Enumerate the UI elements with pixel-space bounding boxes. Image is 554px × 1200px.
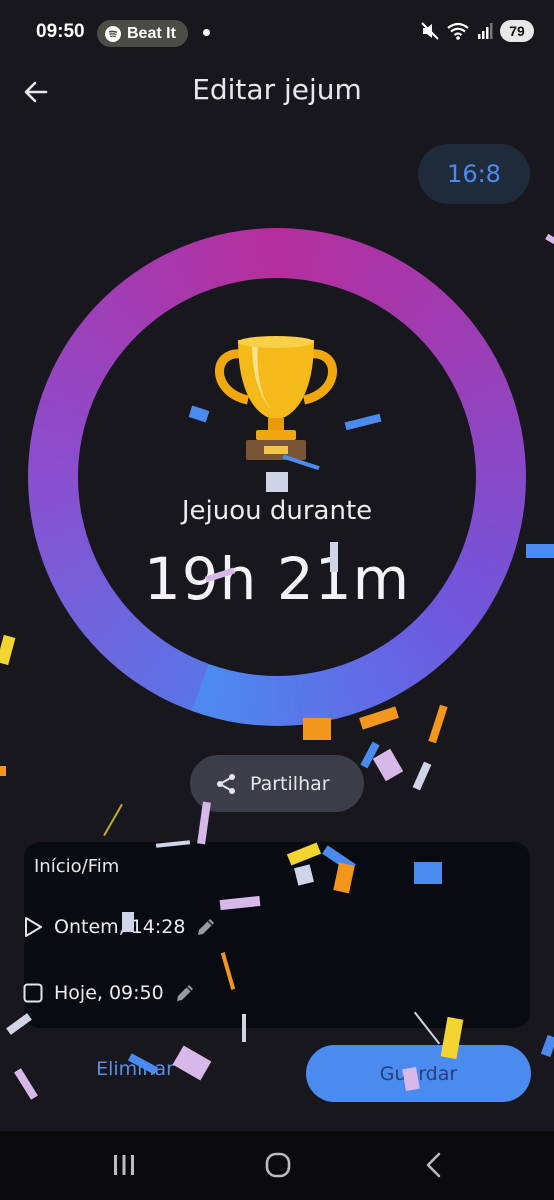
progress-ring: [28, 228, 526, 726]
fasted-label: Jejuou durante: [181, 496, 373, 526]
trophy-icon: [215, 336, 337, 460]
status-time: 09:50: [36, 21, 85, 42]
share-label: Partilhar: [250, 772, 330, 795]
battery-indicator: 79: [500, 20, 534, 42]
media-chip[interactable]: Beat It: [97, 20, 188, 47]
system-nav-bar: [0, 1131, 554, 1200]
start-time-row[interactable]: Ontem, 14:28: [22, 916, 217, 938]
system-back-button[interactable]: [416, 1149, 452, 1181]
page-title: Editar jejum: [192, 73, 362, 106]
save-button[interactable]: Guardar: [306, 1045, 531, 1102]
media-title: Beat It: [127, 24, 176, 42]
status-bar: 09:50 Beat It 79: [0, 0, 554, 66]
stop-icon: [23, 983, 43, 1003]
share-button[interactable]: Partilhar: [190, 755, 364, 812]
pencil-icon[interactable]: [174, 982, 196, 1004]
home-icon: [265, 1152, 291, 1178]
spotify-icon: [105, 25, 121, 42]
status-icons: 79: [420, 20, 534, 42]
back-icon: [426, 1152, 441, 1178]
recent-apps-icon: [114, 1155, 134, 1175]
mute-icon: [421, 22, 439, 40]
end-time-row[interactable]: Hoje, 09:50: [22, 982, 196, 1004]
home-button[interactable]: [260, 1149, 296, 1181]
notification-dot: [203, 29, 210, 36]
recent-apps-button[interactable]: [106, 1149, 142, 1181]
pencil-icon[interactable]: [195, 916, 217, 938]
fasted-duration: 19h 21m: [143, 545, 411, 613]
signal-icon: [478, 23, 493, 39]
start-time-value: Ontem, 14:28: [54, 916, 186, 938]
share-icon: [217, 773, 235, 794]
end-time-value: Hoje, 09:50: [54, 982, 164, 1004]
fasting-plan-chip[interactable]: 16:8: [418, 144, 530, 204]
play-icon: [25, 917, 42, 937]
delete-button[interactable]: Eliminar: [60, 1058, 210, 1090]
start-end-title: Início/Fim: [34, 856, 120, 877]
wifi-icon: [447, 22, 469, 40]
